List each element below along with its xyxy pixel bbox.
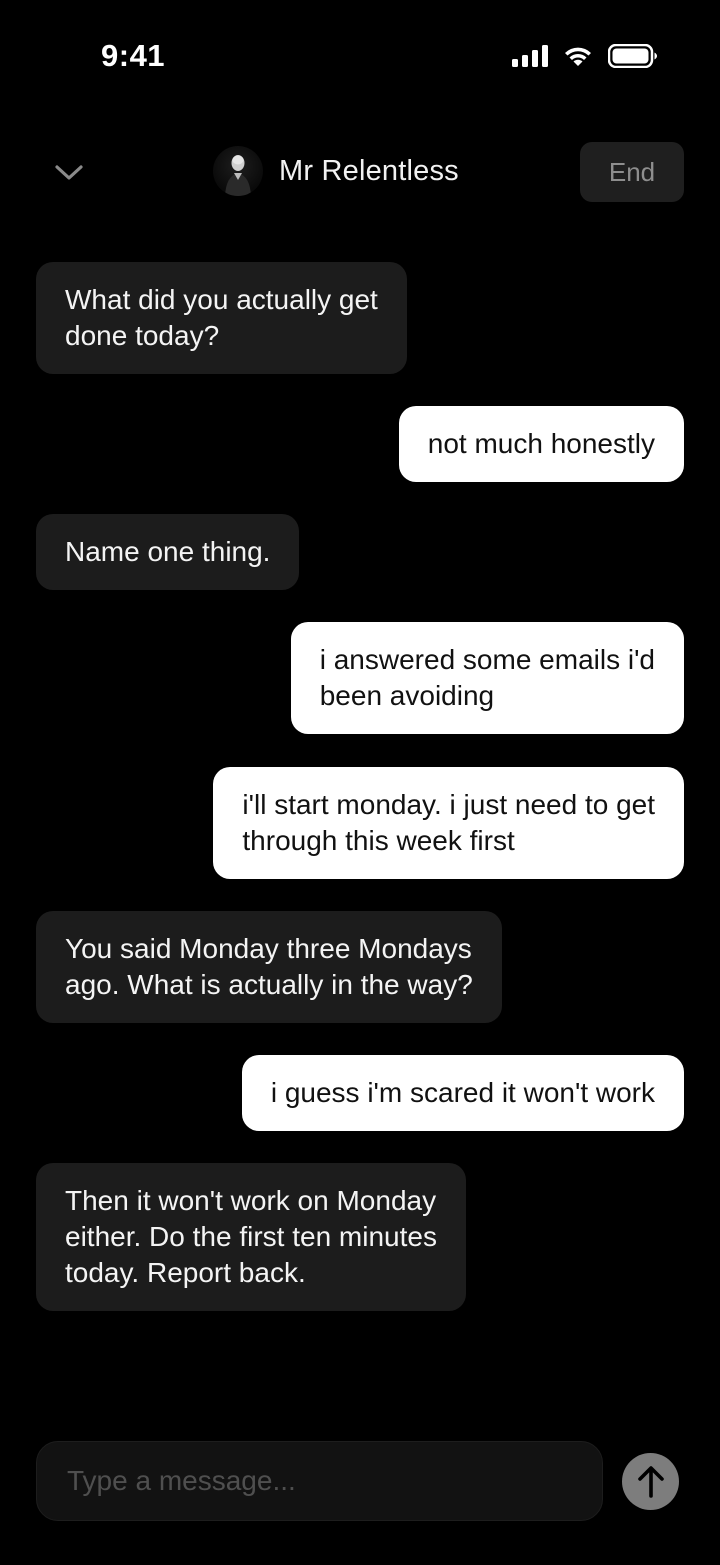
message-line: i answered some emails i'd bbox=[319, 644, 655, 675]
arrow-up-icon bbox=[637, 1465, 664, 1498]
message-line: i guess i'm scared it won't work bbox=[270, 1077, 655, 1108]
contact-info[interactable]: Mr Relentless bbox=[213, 146, 459, 196]
outgoing-message: i guess i'm scared it won't work bbox=[241, 1055, 684, 1131]
message-line: i'll start monday. i just need to get bbox=[242, 789, 655, 820]
avatar bbox=[213, 146, 263, 196]
outgoing-message: i answered some emails i'd been avoiding bbox=[290, 622, 684, 734]
message-line: Name one thing. bbox=[65, 536, 271, 567]
wifi-icon bbox=[565, 47, 591, 66]
outgoing-message: i'll start monday. i just need to get th… bbox=[213, 767, 684, 879]
send-button[interactable] bbox=[622, 1453, 679, 1510]
incoming-message: You said Monday three Mondays ago. What … bbox=[36, 911, 502, 1023]
message-line: done today? bbox=[65, 320, 220, 351]
contact-name: Mr Relentless bbox=[279, 154, 459, 187]
status-bar: 9:41 bbox=[0, 0, 720, 110]
message-composer bbox=[36, 1441, 603, 1521]
message-line: Then it won't work on Monday bbox=[65, 1185, 437, 1216]
outgoing-message: not much honestly bbox=[398, 406, 684, 482]
message-line: not much honestly bbox=[427, 428, 655, 459]
incoming-message: Then it won't work on Monday either. Do … bbox=[36, 1163, 466, 1311]
chevron-down-icon bbox=[55, 165, 83, 180]
message-line: today. Report back. bbox=[65, 1257, 306, 1288]
status-time: 9:41 bbox=[101, 38, 166, 73]
message-line: ago. What is actually in the way? bbox=[65, 969, 473, 1000]
cellular-signal-icon bbox=[512, 45, 548, 67]
collapse-button[interactable] bbox=[46, 150, 92, 196]
message-line: You said Monday three Mondays bbox=[65, 933, 472, 964]
end-button[interactable]: End bbox=[580, 142, 684, 202]
message-input[interactable] bbox=[37, 1442, 602, 1520]
message-line: through this week first bbox=[242, 825, 515, 856]
message-line: either. Do the first ten minutes bbox=[65, 1221, 437, 1252]
battery-icon bbox=[608, 44, 657, 68]
chat-screen: 9:41 Mr Relentless End What did you actu… bbox=[0, 0, 720, 1565]
message-line: been avoiding bbox=[319, 680, 495, 711]
chat-header: Mr Relentless End bbox=[0, 140, 720, 204]
incoming-message: Name one thing. bbox=[36, 514, 300, 590]
message-list: What did you actually get done today? no… bbox=[0, 262, 720, 1382]
incoming-message: What did you actually get done today? bbox=[36, 262, 407, 374]
message-line: What did you actually get bbox=[65, 284, 378, 315]
status-icons bbox=[512, 44, 658, 68]
